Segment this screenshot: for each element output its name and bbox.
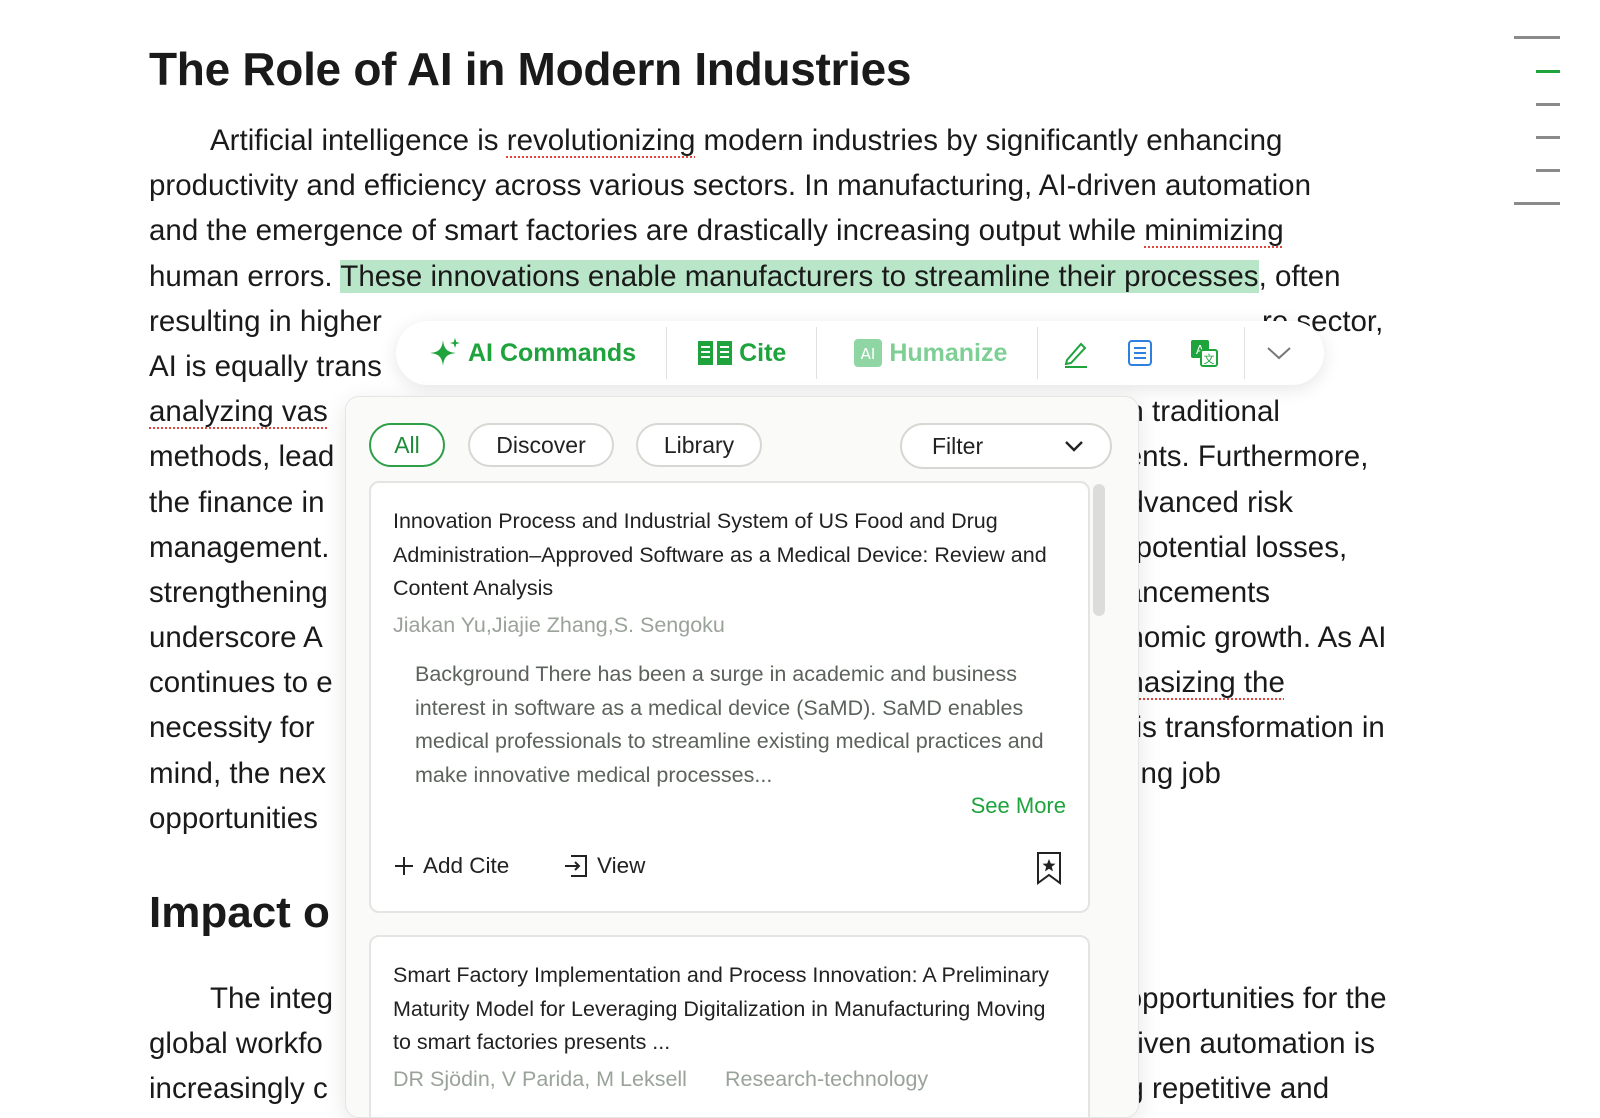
chevron-down-icon (1065, 441, 1083, 452)
summarize-button[interactable] (1108, 321, 1172, 385)
document-title: The Role of AI in Modern Industries (149, 43, 912, 95)
plus-icon (395, 857, 413, 875)
filter-label: Filter (932, 432, 984, 459)
outline-item-active[interactable] (1536, 70, 1560, 73)
citation-card[interactable]: Innovation Process and Industrial System… (369, 481, 1090, 913)
toolbar-divider (1037, 327, 1039, 379)
document-outline[interactable] (1514, 36, 1562, 216)
humanize-label: Humanize (889, 338, 1008, 367)
svg-text:文: 文 (1204, 352, 1215, 366)
citation-panel: All Discover Library Filter Innovation P… (345, 396, 1139, 1118)
tab-discover[interactable]: Discover (468, 423, 614, 467)
view-label: View (597, 853, 646, 878)
translate-icon: A 文 (1191, 340, 1219, 367)
tab-library[interactable]: Library (636, 423, 762, 467)
add-cite-label: Add Cite (423, 853, 510, 878)
see-more-link[interactable]: See More (971, 793, 1066, 819)
filter-dropdown[interactable]: Filter (900, 423, 1112, 469)
citation-title: Innovation Process and Industrial System… (393, 509, 1047, 600)
ai-badge-icon: AI (854, 339, 883, 367)
more-button[interactable] (1247, 321, 1311, 385)
rewrite-button[interactable] (1044, 321, 1108, 385)
misspelled-word: revolutionizing (506, 124, 696, 157)
outline-item[interactable] (1536, 169, 1560, 172)
outline-item[interactable] (1536, 136, 1560, 139)
outline-item[interactable] (1536, 103, 1560, 106)
selected-text: These innovations enable manufacturers t… (340, 259, 1259, 293)
citation-abstract: Background There has been a surge in aca… (415, 662, 1044, 787)
book-icon (698, 341, 733, 365)
text-line: Artificial intelligence is revolutionizi… (210, 124, 1283, 157)
list-icon (1128, 340, 1153, 366)
view-button[interactable]: View (563, 853, 645, 879)
text-line: human errors. These innovations enable m… (149, 259, 1341, 293)
toolbar-divider (666, 327, 668, 379)
citation-card[interactable]: Smart Factory Implementation and Process… (369, 935, 1090, 1117)
panel-scrollbar[interactable] (1093, 484, 1105, 616)
cite-label: Cite (739, 338, 787, 367)
misspelled-word: minimizing (1144, 214, 1284, 248)
translate-button[interactable]: A 文 (1172, 321, 1236, 385)
toolbar-divider (816, 327, 818, 379)
toolbar-divider (1244, 327, 1246, 379)
citation-authors: DR Sjödin, V Parida, M Leksell (393, 1067, 687, 1091)
text-line: productivity and efficiency across vario… (149, 169, 1311, 203)
sparkle-icon (430, 338, 460, 366)
chevron-down-icon (1267, 347, 1292, 360)
citation-title: Smart Factory Implementation and Process… (393, 963, 1050, 1054)
citation-journal: Research-technology (725, 1067, 929, 1091)
svg-text:AI: AI (861, 345, 876, 363)
selection-toolbar: AI Commands Cite AI Humanize A 文 (396, 321, 1324, 385)
humanize-button[interactable]: AI Humanize (853, 321, 1007, 385)
add-cite-button[interactable]: Add Cite (393, 853, 509, 879)
text-line: and the emergence of smart factories are… (149, 214, 1284, 248)
ai-commands-label: AI Commands (468, 338, 637, 367)
open-icon (565, 855, 587, 877)
citation-authors: Jiakan Yu,Jiajie Zhang,S. Sengoku (393, 613, 725, 637)
section-heading: Impact o (149, 888, 330, 937)
pencil-icon (1065, 342, 1088, 368)
ai-commands-button[interactable]: AI Commands (428, 321, 636, 385)
cite-button[interactable]: Cite (697, 321, 786, 385)
outline-item[interactable] (1514, 36, 1560, 39)
tab-all[interactable]: All (369, 423, 445, 467)
outline-item[interactable] (1514, 202, 1560, 205)
bookmark-icon[interactable] (1036, 851, 1062, 885)
